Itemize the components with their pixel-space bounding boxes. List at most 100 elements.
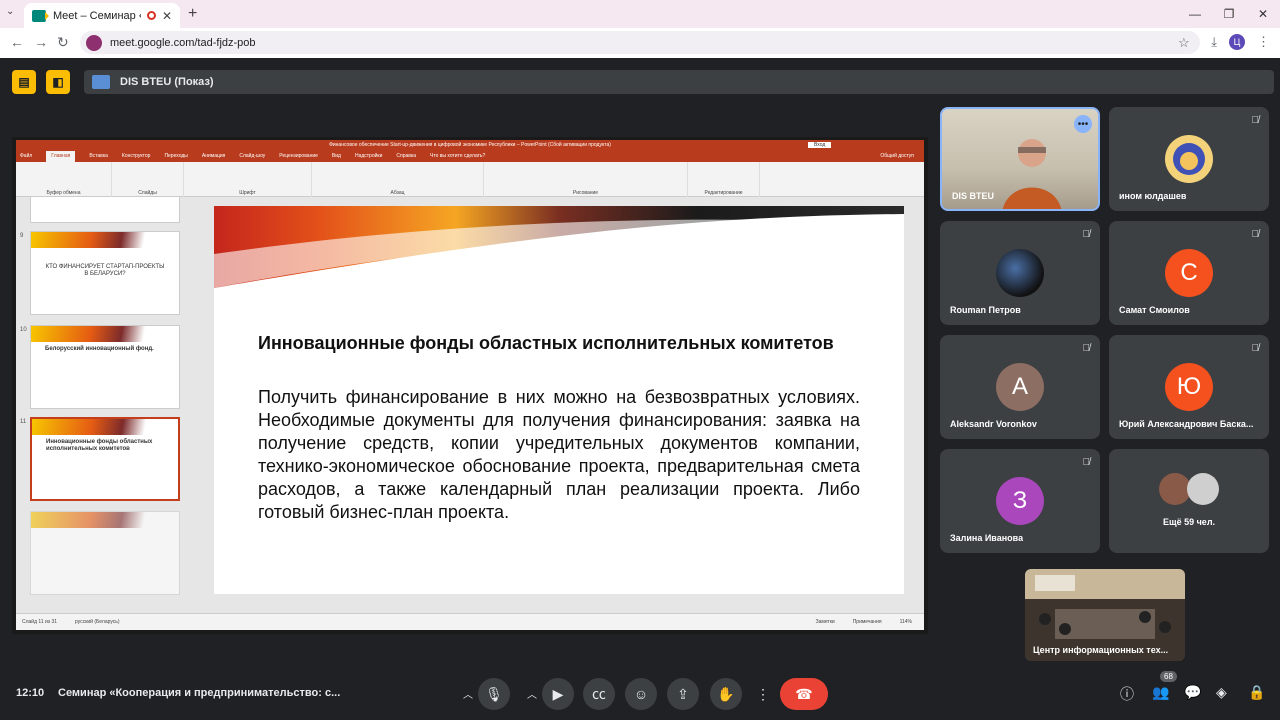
- site-info-icon[interactable]: [86, 34, 102, 51]
- chat-icon[interactable]: 💬: [1184, 684, 1201, 701]
- mic-off-icon: 🎙̸: [1082, 457, 1091, 468]
- slide-thumbnail-9[interactable]: КТО ФИНАНСИРУЕТ СТАРТАП-ПРОЕКТЫ В БЕЛАРУ…: [30, 231, 180, 315]
- browser-actions: ⤓ Ц ⋮: [1211, 34, 1270, 50]
- thumbnail-number: 9: [20, 233, 24, 239]
- browser-tab[interactable]: Meet – Семинар «Коопера ✕: [24, 3, 180, 28]
- address-bar-row: ← → ↻ meet.google.com/tad-fjdz-pob ☆ ⤓ Ц…: [0, 28, 1280, 58]
- avatar: [1165, 135, 1213, 183]
- mic-off-icon: 🎙̸: [1082, 343, 1091, 354]
- slide-thumbnail-11-selected[interactable]: Инновационные фонды областных исполнител…: [30, 417, 180, 501]
- participant-tile-aleksandr[interactable]: 🎙̸ A Aleksandr Voronkov: [940, 335, 1100, 439]
- ppt-menu-home[interactable]: Главная: [46, 151, 76, 162]
- participant-tile-rouman[interactable]: 🎙̸ Rouman Петров: [940, 221, 1100, 325]
- ribbon-group-paragraph[interactable]: Абзац: [312, 162, 484, 197]
- present-button[interactable]: ⇪: [667, 678, 699, 710]
- minimize-icon[interactable]: —: [1178, 0, 1212, 28]
- close-window-icon[interactable]: ✕: [1246, 0, 1280, 28]
- window-controls: — ❐ ✕: [1178, 0, 1280, 28]
- participant-tile-yuri[interactable]: 🎙̸ Ю Юрий Александрович Баска...: [1109, 335, 1269, 439]
- more-options-button[interactable]: ⋮: [747, 678, 779, 710]
- ppt-menu-slideshow[interactable]: Слайд-шоу: [239, 151, 265, 162]
- emoji-icon: ☺: [633, 686, 649, 702]
- notes-button[interactable]: Заметки: [816, 619, 835, 625]
- ppt-sign-in-button[interactable]: Вход: [808, 142, 832, 148]
- emoji-button[interactable]: ☺: [625, 678, 657, 710]
- ppt-menu-insert[interactable]: Вставка: [89, 151, 108, 162]
- more-participants-label: Ещё 59 чел.: [1162, 517, 1216, 527]
- forward-icon[interactable]: →: [34, 34, 48, 50]
- url-field[interactable]: meet.google.com/tad-fjdz-pob: [80, 31, 1200, 54]
- layout-icon[interactable]: ◧: [46, 70, 70, 94]
- participant-tile-inom[interactable]: 🎙̸ ином юлдашев: [1109, 107, 1269, 211]
- ribbon-group-font[interactable]: Шрифт: [184, 162, 312, 197]
- new-tab-button[interactable]: +: [188, 5, 197, 23]
- recording-icon: [146, 11, 156, 20]
- meeting-title: Семинар «Кооперация и предпринимательств…: [58, 687, 341, 699]
- back-icon[interactable]: ←: [10, 34, 24, 50]
- mic-off-icon: 🎙̸: [1251, 343, 1260, 354]
- raise-hand-button[interactable]: ✋: [710, 678, 742, 710]
- more-options-icon[interactable]: •••: [1074, 115, 1092, 133]
- participant-name: DIS BTEU: [952, 191, 995, 201]
- url-text: meet.google.com/tad-fjdz-pob: [110, 36, 256, 49]
- captions-icon: ㏄: [592, 686, 606, 702]
- hand-icon: ✋: [717, 685, 735, 702]
- ppt-menu-file[interactable]: Файл: [20, 151, 32, 162]
- ppt-menu-bar: Файл Главная Вставка Конструктор Переход…: [16, 151, 924, 162]
- tab-close-icon[interactable]: ✕: [162, 9, 172, 23]
- participant-name: ином юлдашев: [1119, 191, 1187, 201]
- activities-icon[interactable]: ◈: [1216, 684, 1227, 701]
- more-participants-tile[interactable]: Ещё 59 чел.: [1109, 449, 1269, 553]
- ppt-menu-review[interactable]: Рецензирование: [279, 151, 318, 162]
- download-icon[interactable]: ⤓: [1211, 34, 1217, 50]
- avatar: [1187, 473, 1219, 505]
- captions-button[interactable]: ㏄: [583, 678, 615, 710]
- ribbon-group-clipboard[interactable]: Буфер обмена: [16, 162, 112, 197]
- ppt-menu-animation[interactable]: Анимация: [202, 151, 225, 162]
- ribbon-group-slides[interactable]: Слайды: [112, 162, 184, 197]
- slide-decorative-band: [214, 206, 904, 288]
- meeting-info-icon[interactable]: ⓘ: [1120, 684, 1134, 704]
- participant-name: Залина Иванова: [950, 533, 1024, 543]
- ppt-menu-help[interactable]: Справка: [396, 151, 416, 162]
- slide-thumbnail-12[interactable]: [30, 511, 180, 595]
- presentation-icon[interactable]: ▤: [12, 70, 36, 94]
- microphone-button[interactable]: 🎙: [478, 678, 510, 710]
- bookmark-star-icon[interactable]: ☆: [1178, 35, 1190, 51]
- language-indicator: русский (Беларусь): [75, 619, 120, 625]
- ppt-menu-view[interactable]: Вид: [332, 151, 341, 162]
- ppt-menu-addins[interactable]: Надстройки: [355, 151, 382, 162]
- tab-search-icon[interactable]: ⌄: [6, 6, 14, 17]
- video-settings-chevron-icon[interactable]: ︿: [527, 686, 537, 701]
- reload-icon[interactable]: ↻: [57, 34, 69, 51]
- slide-thumbnail-8[interactable]: [30, 197, 180, 223]
- comments-button[interactable]: Примечания: [853, 619, 882, 625]
- ppt-menu-design[interactable]: Конструктор: [122, 151, 151, 162]
- ribbon-group-editing[interactable]: Редактирование: [688, 162, 760, 197]
- slide-counter: Слайд 11 из 31: [22, 619, 58, 625]
- profile-avatar[interactable]: Ц: [1229, 34, 1245, 50]
- powerpoint-window: Финансовое обеспечение Start-up-движения…: [16, 140, 924, 630]
- restore-icon[interactable]: ❐: [1212, 0, 1246, 28]
- participant-tile-dis-bteu[interactable]: ••• DIS BTEU: [940, 107, 1100, 211]
- ppt-menu-transitions[interactable]: Переходы: [164, 151, 187, 162]
- current-slide: Инновационные фонды областных исполнител…: [214, 206, 904, 594]
- ppt-status-bar: Слайд 11 из 31 русский (Беларусь) Заметк…: [16, 613, 924, 630]
- zoom-level[interactable]: 114%: [900, 619, 912, 625]
- participant-tile-samat[interactable]: 🎙̸ С Самат Смоилов: [1109, 221, 1269, 325]
- slide-thumbnail-10[interactable]: Белорусский инновационный фонд.: [30, 325, 180, 409]
- audio-settings-chevron-icon[interactable]: ︿: [463, 686, 473, 701]
- leave-call-button[interactable]: ☎: [780, 678, 828, 710]
- browser-menu-icon[interactable]: ⋮: [1257, 34, 1270, 50]
- camera-button[interactable]: ▶: [542, 678, 574, 710]
- ppt-ribbon: Буфер обмена Слайды Шрифт Абзац Рисовани…: [16, 162, 924, 197]
- participant-tile-room[interactable]: Центр информационных тех...: [1025, 569, 1185, 661]
- ppt-tell-me[interactable]: Что вы хотите сделать?: [430, 151, 485, 162]
- people-icon[interactable]: 👥: [1152, 684, 1169, 701]
- participant-tile-zalina[interactable]: 🎙̸ З Залина Иванова: [940, 449, 1100, 553]
- participant-name: Юрий Александрович Баска...: [1119, 419, 1254, 429]
- more-vert-icon: ⋮: [756, 685, 770, 702]
- ribbon-group-drawing[interactable]: Рисование: [484, 162, 688, 197]
- ppt-share-button[interactable]: Общий доступ: [880, 151, 914, 162]
- host-controls-icon[interactable]: 🔒: [1248, 684, 1265, 701]
